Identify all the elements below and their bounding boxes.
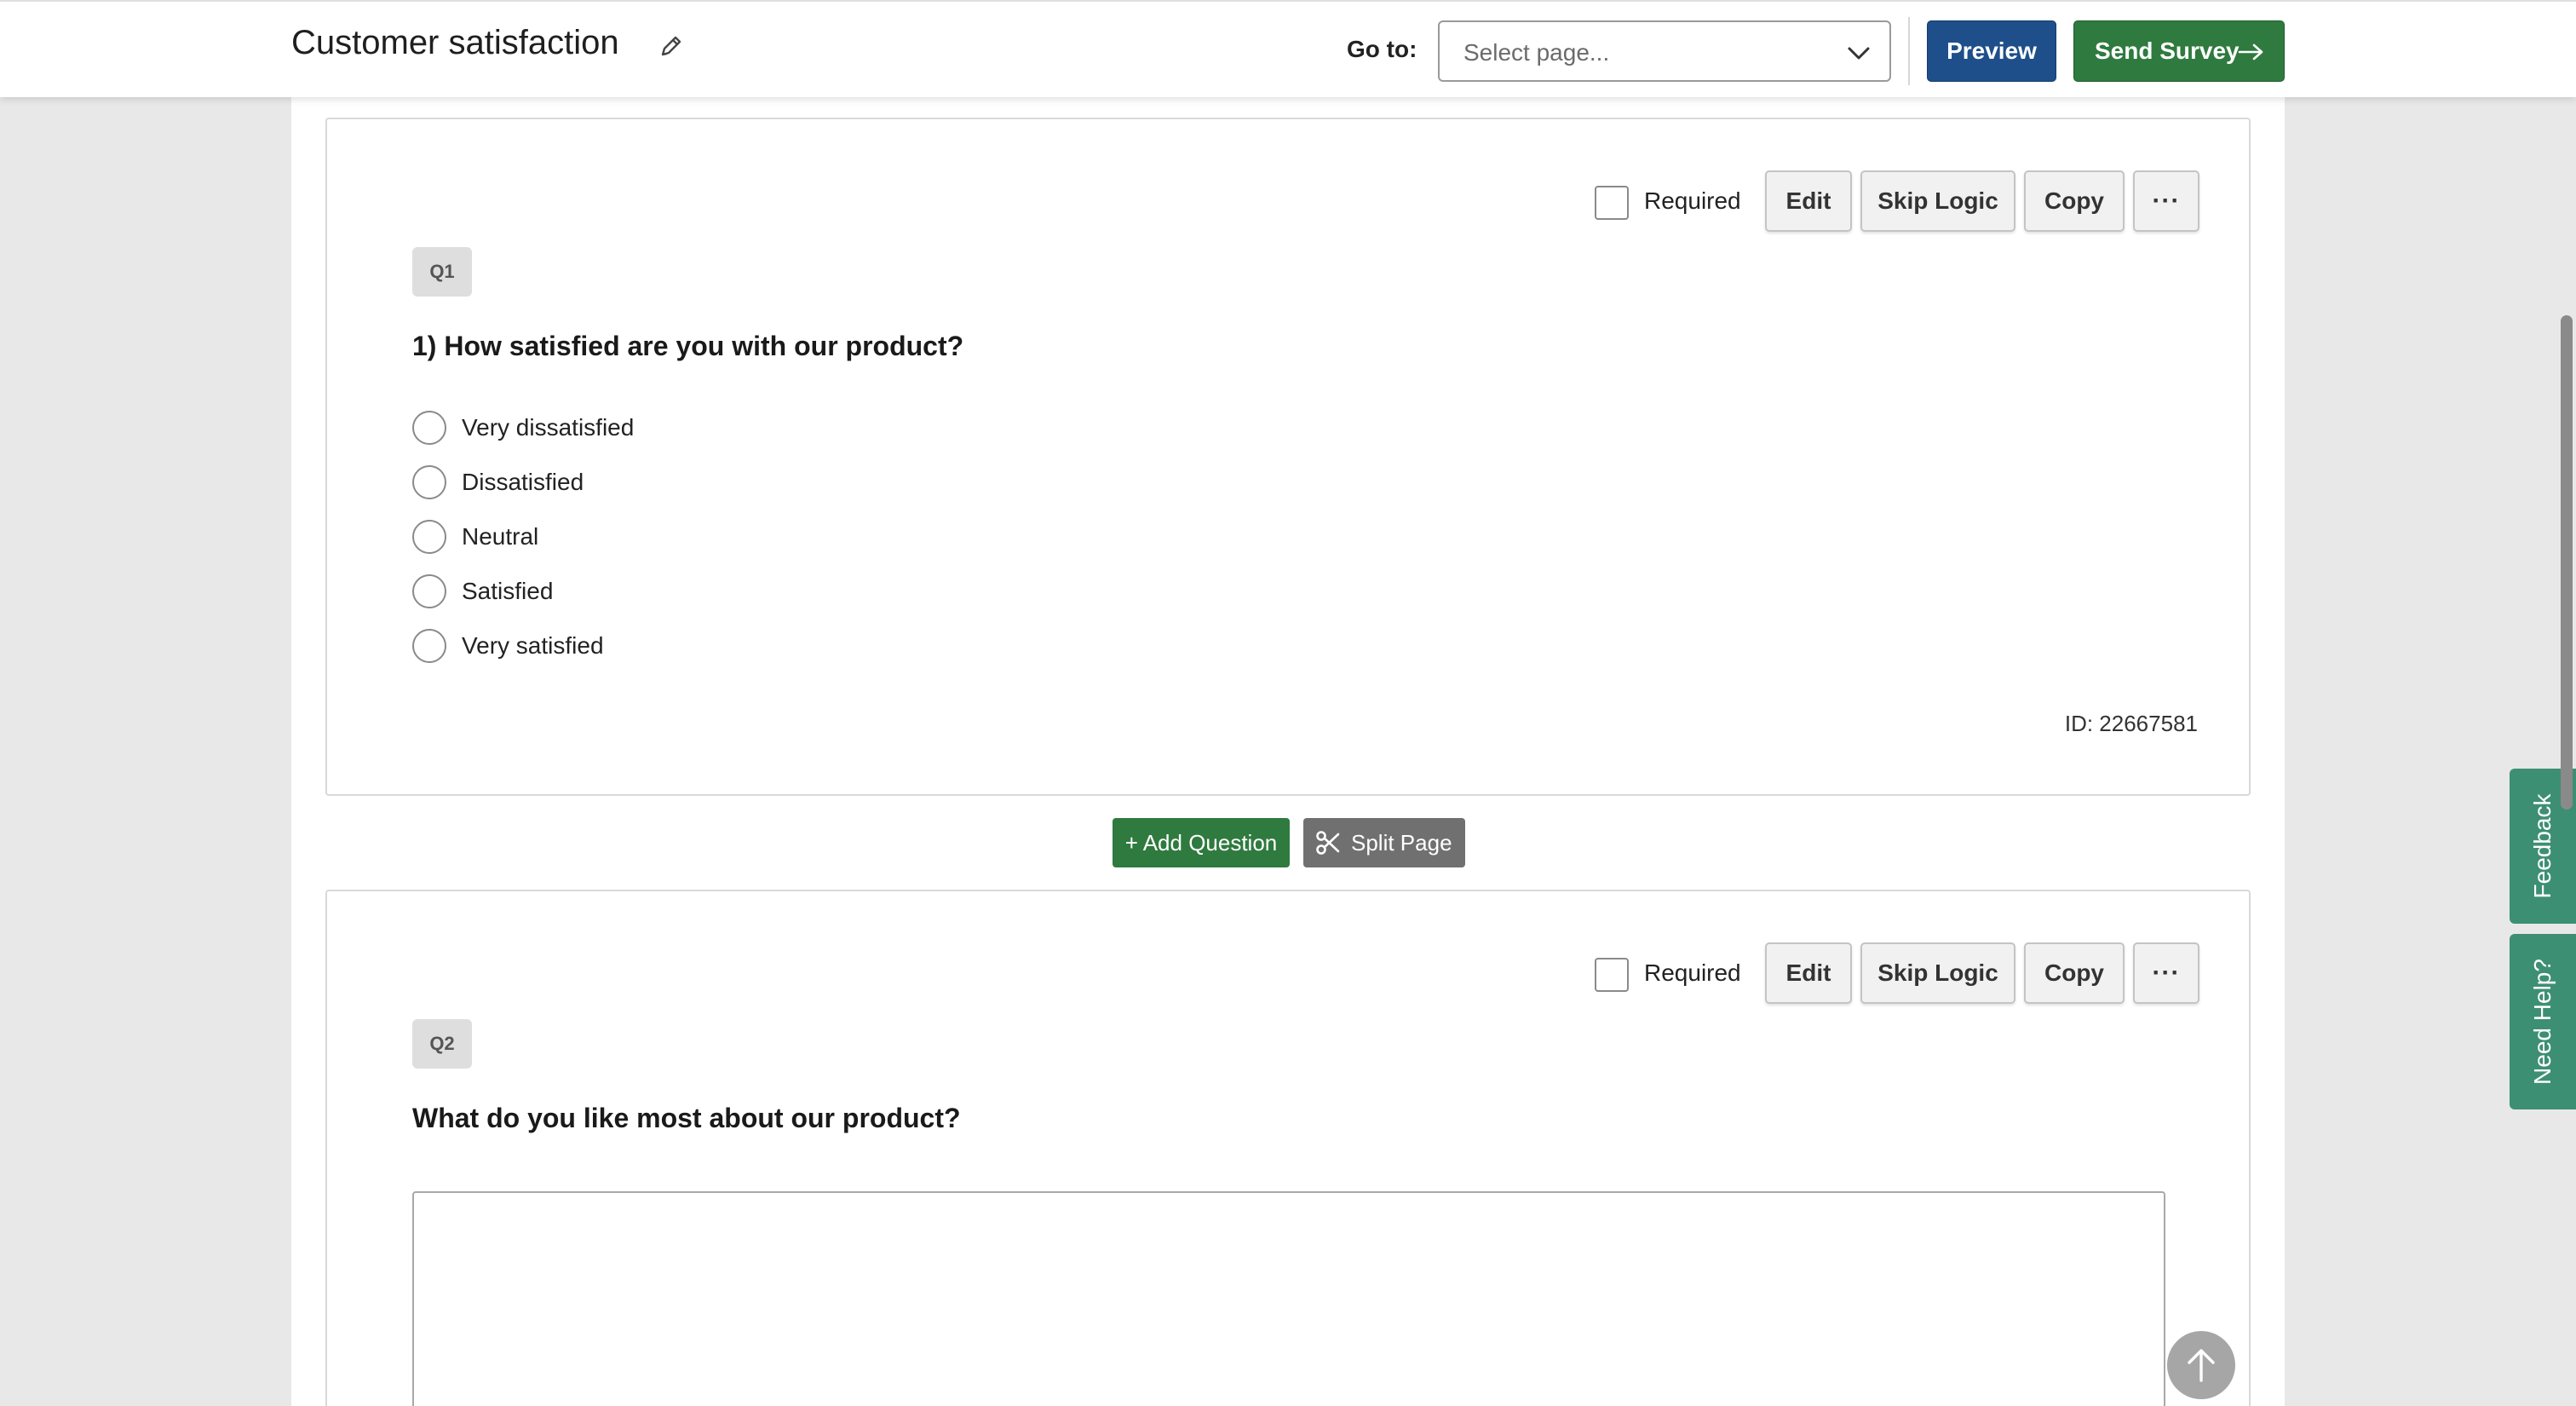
required-label: Required	[1644, 187, 1741, 214]
scissors-icon	[1316, 831, 1340, 855]
more-options-button[interactable]: ···	[2133, 170, 2199, 232]
send-survey-button[interactable]: Send Survey	[2073, 20, 2285, 82]
more-options-button[interactable]: ···	[2133, 942, 2199, 1004]
split-page-label: Split Page	[1351, 829, 1452, 856]
question-card-q1: Required Edit Skip Logic Copy ··· Q1 1) …	[325, 118, 2251, 796]
goto-label: Go to:	[1347, 36, 1417, 62]
question-number-badge: Q1	[412, 247, 472, 297]
need-help-tab-label: Need Help?	[2529, 959, 2556, 1085]
scrollbar-thumb[interactable]	[2561, 315, 2573, 810]
question-text: What do you like most about our product?	[412, 1103, 961, 1133]
option-label: Neutral	[462, 523, 539, 550]
required-checkbox[interactable]	[1595, 186, 1629, 220]
arrow-right-icon	[2238, 43, 2263, 61]
question-card-q2: Required Edit Skip Logic Copy ··· Q2 Wha…	[325, 890, 2251, 1406]
chevron-down-icon	[1848, 47, 1870, 60]
option-label: Very dissatisfied	[462, 414, 635, 441]
copy-button[interactable]: Copy	[2024, 942, 2125, 1004]
option-satisfied[interactable]: Satisfied	[412, 564, 634, 619]
option-label: Satisfied	[462, 578, 554, 604]
survey-title: Customer satisfaction	[291, 24, 619, 61]
arrow-up-icon	[2188, 1349, 2215, 1382]
question-text: 1) How satisfied are you with our produc…	[412, 331, 964, 361]
option-neutral[interactable]: Neutral	[412, 510, 634, 564]
page-select[interactable]: Select page...	[1438, 20, 1891, 82]
send-survey-label: Send Survey	[2095, 37, 2240, 64]
copy-button[interactable]: Copy	[2024, 170, 2125, 232]
option-very-dissatisfied[interactable]: Very dissatisfied	[412, 400, 634, 455]
question-id: ID: 22667581	[2064, 711, 2198, 736]
option-label: Very satisfied	[462, 632, 604, 659]
edit-button[interactable]: Edit	[1765, 170, 1852, 232]
feedback-tab-label: Feedback	[2529, 793, 2556, 899]
edit-button[interactable]: Edit	[1765, 942, 1852, 1004]
header-divider	[1908, 17, 1910, 85]
top-header: Customer satisfaction Go to: Select page…	[0, 0, 2576, 97]
scroll-to-top-button[interactable]	[2167, 1331, 2235, 1399]
radio-button[interactable]	[412, 411, 446, 445]
option-very-satisfied[interactable]: Very satisfied	[412, 619, 634, 673]
required-checkbox[interactable]	[1595, 958, 1629, 992]
preview-button[interactable]: Preview	[1927, 20, 2056, 82]
answer-options: Very dissatisfied Dissatisfied Neutral S…	[412, 400, 634, 673]
split-page-button[interactable]: Split Page	[1303, 818, 1465, 867]
radio-button[interactable]	[412, 629, 446, 663]
skip-logic-button[interactable]: Skip Logic	[1860, 942, 2015, 1004]
option-label: Dissatisfied	[462, 469, 584, 495]
radio-button[interactable]	[412, 574, 446, 608]
answer-textarea[interactable]	[412, 1191, 2165, 1406]
radio-button[interactable]	[412, 520, 446, 554]
radio-button[interactable]	[412, 465, 446, 499]
add-question-button[interactable]: + Add Question	[1113, 818, 1290, 867]
option-dissatisfied[interactable]: Dissatisfied	[412, 455, 634, 510]
question-number-badge: Q2	[412, 1019, 472, 1069]
pencil-icon[interactable]	[658, 32, 685, 60]
skip-logic-button[interactable]: Skip Logic	[1860, 170, 2015, 232]
required-label: Required	[1644, 959, 1741, 986]
page-select-placeholder: Select page...	[1463, 39, 1610, 66]
